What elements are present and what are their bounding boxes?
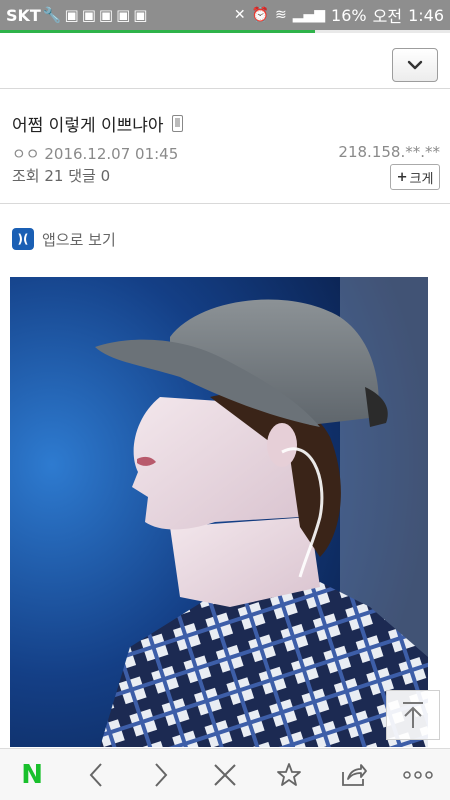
status-bar: SKT 🔧 ▣ ▣ ▣ ▣ ▣ ✕ ⏰ ≋ ▂▄▆ 16% 오전 1:46: [0, 0, 450, 30]
more-button[interactable]: [393, 750, 443, 800]
home-button[interactable]: N: [7, 750, 57, 800]
naver-logo: N: [21, 759, 44, 790]
mute-icon: ✕: [233, 7, 246, 23]
post-ip: 218.158.**.**: [338, 143, 440, 161]
clock: 1:46: [408, 5, 444, 25]
photo-illustration: [10, 277, 428, 747]
wrench-icon: 🔧: [42, 6, 62, 24]
app-logo-icon: )(: [12, 228, 34, 250]
notification-icons: 🔧 ▣ ▣ ▣ ▣ ▣: [43, 6, 148, 24]
open-in-app-link[interactable]: )( 앱으로 보기: [12, 228, 116, 250]
alarm-icon: ⏰: [251, 7, 269, 23]
star-icon: [277, 762, 302, 786]
arrow-up-icon: [403, 702, 423, 728]
enlarge-text-button[interactable]: + 크게: [390, 164, 440, 190]
post-stats: 조회 21 댓글 0: [12, 167, 111, 185]
carrier-label: SKT: [6, 5, 41, 25]
menu-dropdown-button[interactable]: [392, 48, 438, 82]
post-title: 어쩜 이렇게 이쁘냐아: [12, 111, 183, 136]
notification-icon: ▣: [116, 6, 131, 24]
notification-icon: ▣: [81, 6, 96, 24]
top-toolbar: [0, 33, 450, 89]
browser-bottom-nav: N: [0, 748, 450, 800]
post-title-text: 어쩜 이렇게 이쁘냐아: [12, 116, 164, 136]
enlarge-label: 크게: [409, 171, 434, 187]
battery-level: 16%: [331, 5, 367, 25]
wifi-icon: ≋: [275, 7, 287, 23]
forward-icon: [154, 762, 168, 787]
back-button[interactable]: [71, 750, 121, 800]
divider: [0, 203, 450, 204]
notification-icon: ▣: [64, 6, 79, 24]
open-in-app-label: 앱으로 보기: [42, 230, 116, 249]
forward-button[interactable]: [136, 750, 186, 800]
close-icon: [214, 763, 236, 786]
post-author-date: ㅇㅇ 2016.12.07 01:45: [12, 145, 179, 163]
time-ampm: 오전: [372, 7, 403, 26]
post-photo[interactable]: [10, 277, 428, 747]
share-icon: [341, 763, 367, 786]
more-icon: [403, 770, 433, 779]
chevron-down-icon: [407, 60, 423, 70]
notification-icon: ▣: [98, 6, 114, 24]
signal-icon: ▂▄▆: [292, 7, 326, 23]
scroll-to-top-button[interactable]: [386, 690, 440, 740]
mobile-post-icon: [171, 115, 183, 132]
share-button[interactable]: [329, 750, 379, 800]
plus-icon: +: [396, 169, 408, 185]
close-button[interactable]: [200, 750, 250, 800]
notification-icon: ▣: [133, 6, 148, 24]
bookmark-button[interactable]: [264, 750, 314, 800]
back-icon: [90, 762, 103, 787]
